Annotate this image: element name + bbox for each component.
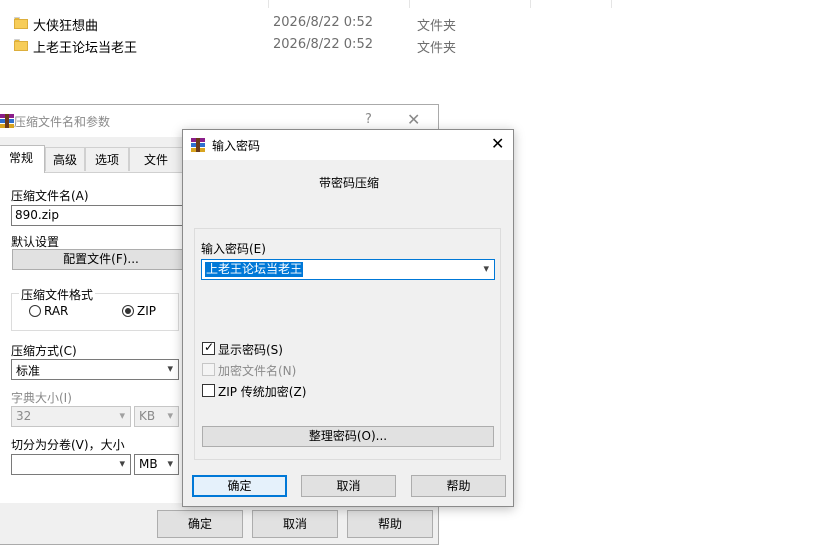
list-item[interactable]: 上老王论坛当老王 2026/8/22 0:52 文件夹: [0, 35, 831, 57]
archive-name-label: 压缩文件名(A): [11, 189, 89, 203]
folder-icon: [14, 17, 28, 29]
file-name: 大侠狂想曲: [33, 19, 99, 34]
winrar-icon: [0, 114, 14, 128]
cancel-button[interactable]: 取消: [252, 510, 338, 538]
split-unit-value: MB: [139, 457, 158, 471]
ok-button[interactable]: 确定: [192, 475, 287, 497]
title-bar[interactable]: 输入密码 ✕: [183, 130, 513, 160]
column-separator: [409, 0, 410, 8]
encrypt-filenames-label: 加密文件名(N): [218, 364, 297, 378]
profiles-button[interactable]: 配置文件(F)...: [12, 249, 190, 270]
method-select[interactable]: 标准 ▾: [11, 359, 179, 380]
dict-unit-value: KB: [139, 409, 156, 423]
archive-name-field[interactable]: 890.zip: [11, 205, 191, 226]
dialog-subtitle: 带密码压缩: [319, 176, 380, 190]
column-separator: [611, 0, 612, 8]
file-type: 文件夹: [417, 41, 457, 56]
password-input-label: 输入密码(E): [201, 242, 266, 256]
method-label: 压缩方式(C): [11, 344, 77, 358]
zip-radio-label: ZIP: [137, 304, 156, 318]
file-type: 文件夹: [417, 19, 457, 34]
zip-legacy-checkbox[interactable]: [202, 384, 215, 397]
cancel-button[interactable]: 取消: [301, 475, 396, 497]
split-size-select[interactable]: ▾: [11, 454, 131, 475]
dict-size-label: 字典大小(I): [11, 391, 72, 405]
column-separator: [268, 0, 269, 8]
ok-button[interactable]: 确定: [157, 510, 243, 538]
chevron-down-icon: ▾: [119, 409, 125, 422]
tab-files[interactable]: 文件: [129, 147, 183, 171]
winrar-icon: [191, 138, 205, 152]
show-password-checkbox[interactable]: ✓: [202, 340, 215, 355]
show-password-label: 显示密码(S): [218, 343, 283, 357]
chevron-down-icon[interactable]: ▾: [483, 262, 489, 275]
dict-size-select[interactable]: 32 ▾: [11, 406, 131, 427]
close-icon[interactable]: ✕: [491, 134, 504, 153]
tab-advanced[interactable]: 高级: [45, 147, 85, 171]
file-name: 上老王论坛当老王: [33, 41, 138, 56]
method-value: 标准: [16, 364, 41, 378]
folder-icon: [14, 39, 28, 51]
chevron-down-icon: ▾: [167, 409, 173, 422]
split-volume-label: 切分为分卷(V)，大小: [11, 438, 125, 452]
chevron-down-icon: ▾: [119, 457, 125, 470]
dict-unit-select[interactable]: KB ▾: [134, 406, 179, 427]
dialog-title: 压缩文件名和参数: [14, 115, 111, 129]
dialog-title: 输入密码: [212, 139, 261, 153]
check-icon: ✓: [204, 340, 215, 354]
rar-radio-label: RAR: [44, 304, 69, 318]
explorer-file-list: 大侠狂想曲 2026/8/22 0:52 文件夹 上老王论坛当老王 2026/8…: [0, 0, 831, 100]
help-button[interactable]: 帮助: [411, 475, 506, 497]
organize-passwords-button[interactable]: 整理密码(O)...: [202, 426, 494, 447]
format-group-label: 压缩文件格式: [19, 286, 96, 303]
encrypt-filenames-checkbox[interactable]: [202, 363, 215, 376]
help-button[interactable]: 帮助: [347, 510, 433, 538]
file-date: 2026/8/22 0:52: [273, 15, 373, 30]
file-date: 2026/8/22 0:52: [273, 37, 373, 52]
password-input-value: 上老王论坛当老王: [205, 262, 304, 277]
defaults-label: 默认设置: [11, 235, 60, 249]
chevron-down-icon: ▾: [167, 457, 173, 470]
column-separator: [530, 0, 531, 8]
rar-radio[interactable]: [29, 305, 41, 317]
split-unit-select[interactable]: MB ▾: [134, 454, 179, 475]
tab-general[interactable]: 常规: [0, 145, 45, 173]
password-input[interactable]: 上老王论坛当老王 ▾: [201, 259, 495, 280]
tab-options[interactable]: 选项: [85, 147, 129, 171]
help-icon[interactable]: ?: [365, 112, 372, 127]
chevron-down-icon: ▾: [167, 362, 173, 375]
password-dialog: 输入密码 ✕ 带密码压缩 输入密码(E) 上老王论坛当老王 ▾ ✓ 显示密码(S…: [182, 129, 514, 507]
close-icon[interactable]: ✕: [407, 110, 420, 129]
list-item[interactable]: 大侠狂想曲 2026/8/22 0:52 文件夹: [0, 13, 831, 35]
zip-legacy-label: ZIP 传统加密(Z): [218, 385, 307, 399]
dict-size-value: 32: [16, 409, 32, 423]
zip-radio[interactable]: [122, 305, 134, 317]
